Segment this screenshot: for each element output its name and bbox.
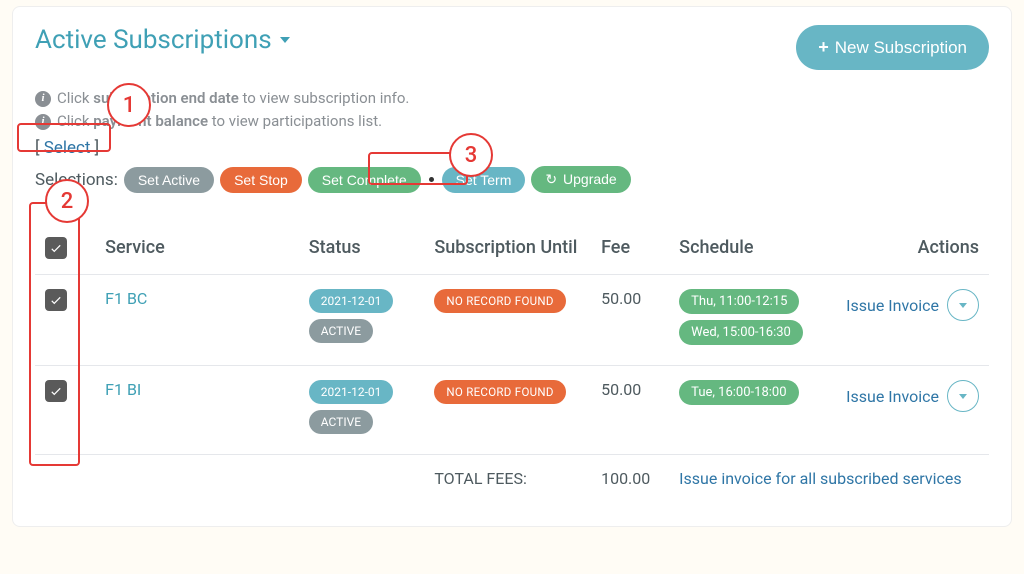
schedule-badge: Thu, 11:00-12:15 <box>679 289 799 314</box>
actions-cell: Issue Invoice <box>813 366 989 455</box>
chevron-down-icon <box>280 37 290 43</box>
table-row: F1 BC 2021-12-01 ACTIVE NO RECORD FOUND … <box>35 275 989 366</box>
th-actions: Actions <box>813 223 989 275</box>
row-checkbox[interactable] <box>45 380 67 402</box>
annotation-1: 1 <box>107 83 151 127</box>
subscriptions-table: Service Status Subscription Until Fee Sc… <box>35 223 989 502</box>
until-cell: NO RECORD FOUND <box>424 275 591 366</box>
th-fee: Fee <box>591 223 669 275</box>
chevron-down-icon <box>959 303 967 308</box>
bracket-close: ] <box>90 138 99 158</box>
fee-cell: 50.00 <box>591 275 669 366</box>
set-stop-button[interactable]: Set Stop <box>220 167 302 193</box>
row-actions-dropdown[interactable] <box>947 380 979 412</box>
fee-cell: 50.00 <box>591 366 669 455</box>
no-record-badge: NO RECORD FOUND <box>434 380 565 404</box>
page-title-text: Active Subscriptions <box>35 25 272 55</box>
select-toggle: [ Select ] <box>35 138 989 158</box>
selections-row: Selections: Set Active Set Stop Set Comp… <box>35 166 989 193</box>
total-fees-value: 100.00 <box>591 455 669 503</box>
upgrade-button[interactable]: ↻ Upgrade <box>531 166 630 193</box>
status-cell: 2021-12-01 ACTIVE <box>299 366 425 455</box>
no-record-badge: NO RECORD FOUND <box>434 289 565 313</box>
check-icon <box>49 241 63 255</box>
schedule-cell: Thu, 11:00-12:15 Wed, 15:00-16:30 <box>669 275 813 366</box>
issue-invoice-link[interactable]: Issue Invoice <box>846 296 939 315</box>
info-line-2: i Click payment balance to view particip… <box>35 111 989 132</box>
upgrade-label: Upgrade <box>563 171 617 187</box>
total-fees-label: TOTAL FEES: <box>424 455 591 503</box>
row-actions-dropdown[interactable] <box>947 289 979 321</box>
service-link[interactable]: F1 BC <box>105 289 147 308</box>
page-card: Active Subscriptions + New Subscription … <box>12 6 1012 527</box>
info-text: to view subscription info. <box>239 89 410 107</box>
check-icon <box>49 293 63 307</box>
set-complete-button[interactable]: Set Complete <box>308 167 421 193</box>
row-checkbox[interactable] <box>45 289 67 311</box>
status-state-badge: ACTIVE <box>309 319 373 343</box>
table-header-row: Service Status Subscription Until Fee Sc… <box>35 223 989 275</box>
th-service: Service <box>95 223 299 275</box>
info-icon: i <box>35 91 51 107</box>
status-state-badge: ACTIVE <box>309 410 373 434</box>
th-schedule: Schedule <box>669 223 813 275</box>
bracket-open: [ <box>35 138 44 158</box>
info-text: to view participations list. <box>208 112 382 130</box>
th-until: Subscription Until <box>424 223 591 275</box>
issue-invoice-link[interactable]: Issue Invoice <box>846 387 939 406</box>
status-date-badge[interactable]: 2021-12-01 <box>309 380 394 404</box>
new-subscription-button[interactable]: + New Subscription <box>796 25 989 70</box>
refresh-icon: ↻ <box>545 171 557 187</box>
table-row: F1 BI 2021-12-01 ACTIVE NO RECORD FOUND … <box>35 366 989 455</box>
service-cell: F1 BI <box>95 366 299 455</box>
issue-all-invoices-link[interactable]: Issue invoice for all subscribed service… <box>679 469 961 488</box>
bullet-separator <box>429 177 434 182</box>
service-link[interactable]: F1 BI <box>105 380 141 399</box>
set-active-button[interactable]: Set Active <box>124 167 214 193</box>
info-icon: i <box>35 114 51 130</box>
annotation-2: 2 <box>45 179 89 223</box>
check-icon <box>49 384 63 398</box>
plus-icon: + <box>818 37 829 58</box>
status-date-badge[interactable]: 2021-12-01 <box>309 289 394 313</box>
service-cell: F1 BC <box>95 275 299 366</box>
until-cell: NO RECORD FOUND <box>424 366 591 455</box>
annotation-3: 3 <box>449 133 493 177</box>
new-subscription-label: New Subscription <box>835 38 967 58</box>
chevron-down-icon <box>959 394 967 399</box>
schedule-cell: Tue, 16:00-18:00 <box>669 366 813 455</box>
info-text: Click <box>57 89 93 107</box>
info-line-1: i Click subscription end date to view su… <box>35 88 989 109</box>
th-status: Status <box>299 223 425 275</box>
info-text: Click <box>57 112 93 130</box>
schedule-badge: Wed, 15:00-16:30 <box>679 320 803 345</box>
status-cell: 2021-12-01 ACTIVE <box>299 275 425 366</box>
page-title[interactable]: Active Subscriptions <box>35 25 290 55</box>
schedule-badge: Tue, 16:00-18:00 <box>679 380 798 405</box>
select-link[interactable]: Select <box>44 138 91 158</box>
actions-cell: Issue Invoice <box>813 275 989 366</box>
select-all-checkbox[interactable] <box>45 237 67 259</box>
table-footer-row: TOTAL FEES: 100.00 Issue invoice for all… <box>35 455 989 503</box>
header-row: Active Subscriptions + New Subscription <box>35 25 989 70</box>
